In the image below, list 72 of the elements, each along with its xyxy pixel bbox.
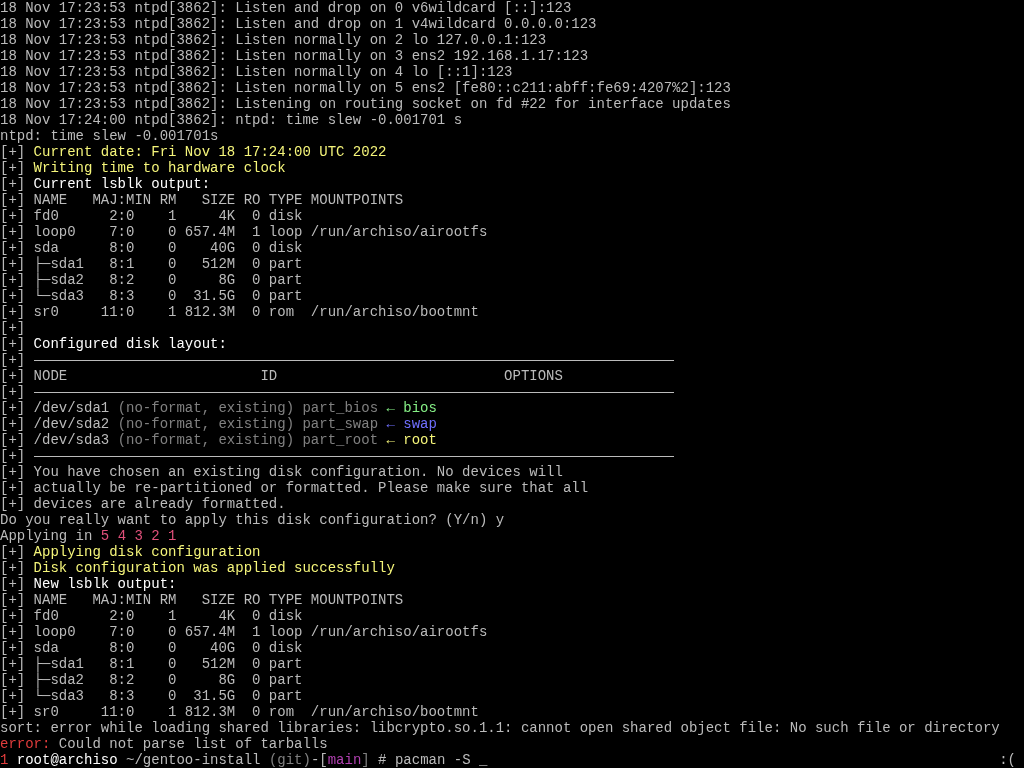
terminal-text: [+] — [0, 352, 27, 368]
terminal-text: 18 Nov 17:23:53 ntpd[3862]: Listen and drop on 0 v6wildcard [::]:123 — [0, 0, 572, 16]
terminal-text: 18 Nov 17:23:53 ntpd[3862]: Listening on routing socket on fd #22 for interface updates — [0, 96, 731, 112]
terminal-text: (no-format, existing) part_bios — [117, 400, 380, 416]
terminal-text: [+] ├─sda1 8:1 0 512M 0 part — [0, 256, 303, 272]
terminal-text: Configured disk layout: — [33, 336, 227, 352]
terminal-text: [+] — [0, 144, 27, 160]
terminal-text: Do you really want to apply this disk configuration? (Y/n) y — [0, 512, 505, 528]
terminal-text: 18 Nov 17:23:53 ntpd[3862]: Listen and drop on 1 v4wildcard 0.0.0.0:123 — [0, 16, 597, 32]
terminal-text: [+] — [0, 448, 27, 464]
terminal-text: -[ — [310, 752, 328, 768]
terminal-text: Could not parse list of tarballs — [57, 736, 328, 752]
terminal-text: Disk configuration was applied successfully — [33, 560, 395, 576]
terminal-text: [+] /dev/sda3 — [0, 432, 111, 448]
terminal-text: 18 Nov 17:23:53 ntpd[3862]: Listen normally on 5 ens2 [fe80::c211:abff:fe69:4207%2]:123 — [0, 80, 731, 96]
terminal-text: [+] sr0 11:0 1 812.3M 0 rom /run/archiso/bootmnt — [0, 704, 479, 720]
terminal-text: [+] /dev/sda1 — [0, 400, 111, 416]
terminal-text: 18 Nov 17:23:53 ntpd[3862]: Listen normally on 2 lo 127.0.0.1:123 — [0, 32, 547, 48]
terminal-text: [+] NAME MAJ:MIN RM SIZE RO TYPE MOUNTPOINTS — [0, 592, 404, 608]
terminal-text: 1 — [0, 752, 10, 768]
terminal-text: (no-format, existing) part_root — [117, 432, 380, 448]
terminal-text: error: — [0, 736, 51, 752]
terminal-text: 5 4 3 2 1 — [100, 528, 177, 544]
terminal-text: :( — [999, 752, 1017, 768]
terminal-text: [+] NODE ID OPTIONS — [0, 368, 563, 384]
terminal-text: # pacman -S — [377, 752, 472, 768]
terminal-text: [+] actually be re-partitioned or formatted. Please make sure that all — [0, 480, 589, 496]
terminal-text: [+] fd0 2:0 1 4K 0 disk — [0, 608, 303, 624]
terminal-text: ] — [361, 752, 370, 768]
terminal-text: [+] devices are already formatted. — [0, 496, 286, 512]
terminal-text: [+] NAME MAJ:MIN RM SIZE RO TYPE MOUNTPOINTS — [0, 192, 404, 208]
terminal-text: [+] /dev/sda2 — [0, 416, 111, 432]
terminal-text: [+] loop0 7:0 0 657.4M 1 loop /run/archiso/airootfs — [0, 224, 488, 240]
terminal-text: [+] ├─sda2 8:2 0 8G 0 part — [0, 272, 303, 288]
terminal-text: [+] sr0 11:0 1 812.3M 0 rom /run/archiso/bootmnt — [0, 304, 479, 320]
terminal-text: Current date: Fri Nov 18 17:24:00 UTC 2022 — [33, 144, 387, 160]
terminal-text: [+] fd0 2:0 1 4K 0 disk — [0, 208, 303, 224]
terminal-text: ← swap — [386, 416, 437, 432]
cursor: _ — [478, 752, 488, 768]
terminal-text: [+] └─sda3 8:3 0 31.5G 0 part — [0, 688, 303, 704]
terminal-text: Applying disk configuration — [33, 544, 261, 560]
terminal-text: ← bios — [386, 400, 437, 416]
terminal-text: ← root — [386, 432, 437, 448]
terminal-text: [+] ├─sda1 8:1 0 512M 0 part — [0, 656, 303, 672]
terminal-text: [+] — [0, 544, 27, 560]
terminal-text: main — [327, 752, 362, 768]
terminal-text: [+] — [0, 336, 27, 352]
terminal-text: 18 Nov 17:23:53 ntpd[3862]: Listen normally on 4 lo [::1]:123 — [0, 64, 513, 80]
terminal-text: [+] You have chosen an existing disk configuration. No devices will — [0, 464, 563, 480]
terminal-text: 18 Nov 17:23:53 ntpd[3862]: Listen normally on 3 ens2 192.168.1.17:123 — [0, 48, 589, 64]
terminal-text: Applying in — [0, 528, 94, 544]
terminal-text: Current lsblk output: — [33, 176, 211, 192]
terminal-text: [+] — [0, 320, 26, 336]
terminal-text: [+] — [0, 384, 27, 400]
terminal-text: [+] └─sda3 8:3 0 31.5G 0 part — [0, 288, 303, 304]
terminal-text: ntpd: time slew -0.001701s — [0, 128, 219, 144]
terminal-text: [+] sda 8:0 0 40G 0 disk — [0, 640, 303, 656]
terminal-text: Writing time to hardware clock — [33, 160, 286, 176]
terminal-text: (git) — [268, 752, 311, 768]
terminal-text: ~/gentoo-install — [125, 752, 262, 768]
terminal-text: [+] — [0, 560, 27, 576]
terminal-text: 18 Nov 17:24:00 ntpd[3862]: ntpd: time slew -0.001701 s — [0, 112, 463, 128]
terminal-text: [+] — [0, 176, 27, 192]
terminal-text: [+] ├─sda2 8:2 0 8G 0 part — [0, 672, 303, 688]
terminal-text: [+] sda 8:0 0 40G 0 disk — [0, 240, 303, 256]
terminal-text: New lsblk output: — [33, 576, 177, 592]
terminal-text: [+] — [0, 160, 27, 176]
terminal-text: (no-format, existing) part_swap — [117, 416, 380, 432]
terminal-text: root@archiso — [16, 752, 118, 768]
terminal-text: sort: error while loading shared libraries: libcrypto.so.1.1: cannot open shared object file: No such file or directory — [0, 720, 1000, 736]
terminal-text: [+] loop0 7:0 0 657.4M 1 loop /run/archiso/airootfs — [0, 624, 488, 640]
terminal-text: [+] — [0, 576, 27, 592]
